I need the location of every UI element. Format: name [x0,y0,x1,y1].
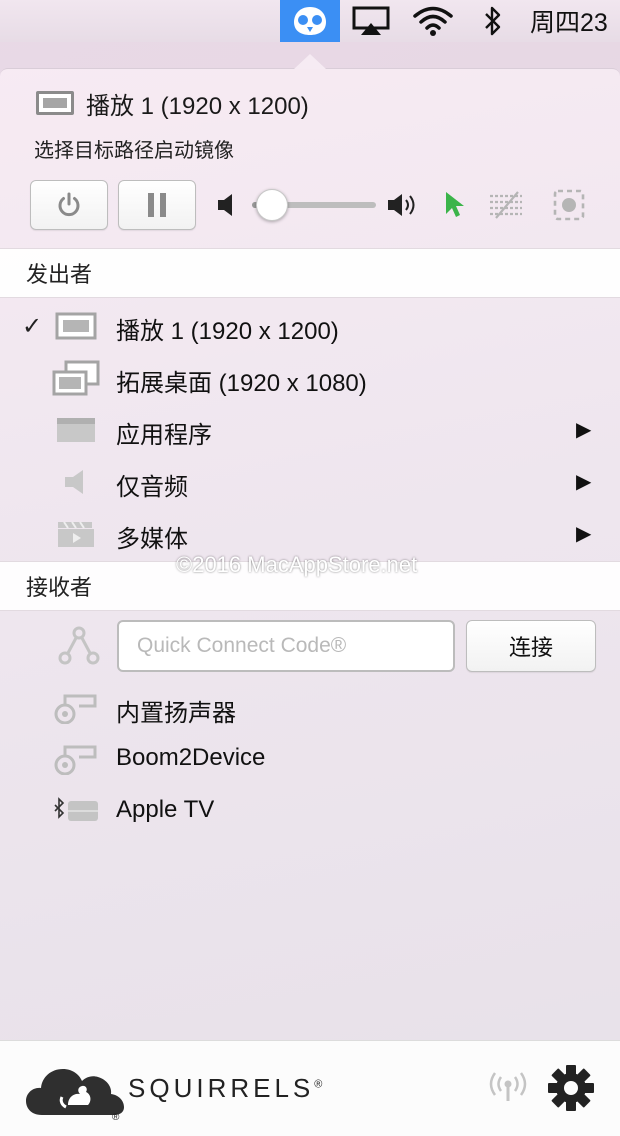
sender-item-label: 应用程序 [116,422,212,449]
power-button[interactable] [30,180,108,230]
sender-header: 发出者 [0,248,620,298]
app-window-icon [52,412,100,448]
sender-item[interactable]: 多媒体 ▶ [0,510,620,558]
cursor-icon[interactable] [444,190,466,220]
sender-item-label: 拓展桌面 (1920 x 1080) [116,370,367,397]
receiver-item[interactable]: 内置扬声器 [0,684,620,732]
menu-bar: 周四23 [0,0,620,42]
source-title: 播放 1 (1920 x 1200) [86,92,309,120]
volume-high-icon [388,194,415,216]
volume-low-icon [218,194,232,216]
quick-connect-icon [58,626,100,665]
apple-tv-bluetooth-icon [52,793,100,829]
capture-icon[interactable] [552,188,586,222]
sender-item-label: 播放 1 (1920 x 1200) [116,318,339,345]
sender-item[interactable]: 拓展桌面 (1920 x 1080) [0,354,620,402]
popover-arrow [294,54,326,69]
gear-icon[interactable] [546,1063,596,1113]
pause-icon [148,193,166,217]
volume-slider-knob[interactable] [255,189,288,221]
connect-button[interactable]: 连接 [466,620,596,672]
sender-item[interactable]: 仅音频 ▶ [0,458,620,506]
menubar-clock[interactable]: 周四23 [530,0,620,42]
submenu-arrow-icon: ▶ [576,523,592,545]
brand-name: SQUIRRELS® [128,1073,322,1104]
power-icon [58,192,80,217]
clapperboard-icon [52,516,100,552]
footer-bar: ® SQUIRRELS® [0,1040,620,1136]
source-subtitle: 选择目标路径启动镜像 [34,140,234,162]
squirrels-menu-icon[interactable] [280,0,340,42]
receiver-item-label: 内置扬声器 [116,700,236,727]
logo-registered-mark: ® [112,1112,120,1121]
broadcast-icon[interactable] [486,1071,530,1103]
monitor-icon [36,91,74,115]
monitor-icon [52,308,100,344]
sender-item[interactable]: 应用程序 ▶ [0,406,620,454]
watermark: ©2016 MacAppStore.net [176,552,418,577]
speaker-icon [52,464,100,500]
current-source: 播放 1 (1920 x 1200) [36,89,309,120]
extended-desktop-icon [52,360,100,396]
stripes-icon[interactable] [488,190,524,220]
wifi-icon[interactable] [408,0,458,42]
sender-item[interactable]: ✓ 播放 1 (1920 x 1200) [0,302,620,350]
receiver-item[interactable]: Boom2Device [0,735,620,783]
airplay-icon[interactable] [350,0,392,42]
bluetooth-icon[interactable] [476,0,510,42]
squirrels-cloud-logo[interactable]: ® [24,1061,126,1121]
sender-item-label: 多媒体 [116,526,188,553]
receiver-item[interactable]: Apple TV [0,787,620,835]
speaker-output-icon [52,741,100,777]
check-icon: ✓ [22,313,43,340]
sender-item-label: 仅音频 [116,474,188,501]
pause-button[interactable] [118,180,196,230]
quick-connect-code-input[interactable] [117,620,455,672]
brand-text: SQUIRRELS [128,1073,315,1103]
speaker-output-icon [52,690,100,726]
receiver-item-label: Apple TV [116,796,215,823]
submenu-arrow-icon: ▶ [576,419,592,441]
submenu-arrow-icon: ▶ [576,471,592,493]
receiver-item-label: Boom2Device [116,744,266,771]
brand-registered-mark: ® [314,1078,323,1091]
